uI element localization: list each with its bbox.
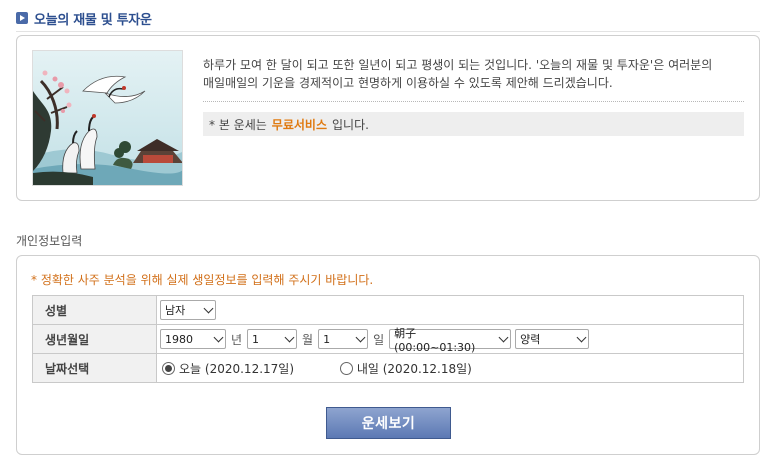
chevron-down-icon: [355, 332, 366, 342]
fortune-view-button[interactable]: 운세보기: [326, 407, 451, 439]
free-service-notice: * 본 운세는 무료서비스 입니다.: [203, 112, 744, 136]
birth-year-value: 1980: [165, 332, 193, 346]
birth-hour-select[interactable]: 朝子(00:00~01:30): [389, 327, 512, 354]
gender-select[interactable]: 남자: [160, 300, 216, 320]
intro-description: 하루가 모여 한 달이 되고 또한 일년이 되고 평생이 되는 것입니다. '오…: [203, 58, 713, 90]
birth-month-select[interactable]: 1: [247, 329, 298, 349]
free-service-label: 무료서비스: [271, 117, 327, 132]
calendar-type-value: 양력: [520, 333, 541, 346]
notice-prefix: * 본 운세는: [209, 117, 267, 132]
page-title: 오늘의 재물 및 투자운: [34, 12, 152, 28]
birth-cell: 1980 년 1 월 1 일 朝子(00:00~01:30) 양력: [156, 324, 744, 354]
birth-row: 생년월일 1980 년 1 월 1 일 朝子(00:00~01:30) 양력: [32, 324, 744, 354]
chevron-down-icon: [203, 303, 214, 313]
date-choice-row: 날짜선택 오늘 (2020.12.17일) 내일 (2020.12.18일): [32, 353, 744, 383]
gender-label: 성별: [32, 295, 157, 325]
day-unit: 일: [373, 332, 385, 347]
gender-row: 성별 남자: [32, 295, 744, 325]
radio-today-label: 오늘 (2020.12.17일): [179, 361, 295, 376]
notice-suffix: 입니다.: [332, 117, 369, 132]
calendar-type-select[interactable]: 양력: [515, 329, 590, 349]
radio-icon[interactable]: [162, 361, 175, 375]
chevron-down-icon: [284, 332, 295, 342]
radio-today[interactable]: 오늘 (2020.12.17일): [162, 360, 294, 377]
birth-month-value: 1: [252, 332, 260, 346]
year-unit: 년: [231, 332, 243, 347]
info-table: 성별 남자 생년월일 1980 년 1 월 1 일 朝子(00:00~01:30…: [32, 295, 744, 383]
birth-day-select[interactable]: 1: [318, 329, 369, 349]
radio-tomorrow[interactable]: 내일 (2020.12.18일): [339, 360, 472, 377]
title-divider: [16, 31, 760, 32]
gender-value: 남자: [165, 304, 186, 317]
birth-day-value: 1: [323, 332, 331, 346]
chevron-down-icon: [576, 332, 587, 342]
birth-year-select[interactable]: 1980: [160, 329, 226, 349]
date-choice-cell: 오늘 (2020.12.17일) 내일 (2020.12.18일): [156, 353, 744, 383]
radio-tomorrow-label: 내일 (2020.12.18일): [356, 361, 472, 376]
intro-panel: 하루가 모여 한 달이 되고 또한 일년이 되고 평생이 되는 것입니다. '오…: [16, 35, 760, 201]
title-bullet-icon: [16, 12, 28, 24]
chevron-down-icon: [498, 332, 509, 342]
birth-hour-value: 朝子(00:00~01:30): [394, 326, 476, 354]
birth-label: 생년월일: [32, 324, 157, 354]
section-label: 개인정보입력: [16, 234, 83, 248]
month-unit: 월: [302, 332, 314, 347]
intro-illustration: [32, 50, 183, 186]
page-header: 오늘의 재물 및 투자운: [16, 9, 152, 28]
radio-icon[interactable]: [339, 361, 353, 375]
personal-info-form: * 정확한 사주 분석을 위해 실제 생일정보를 입력해 주시기 바랍니다. 성…: [16, 255, 760, 455]
gender-cell: 남자: [156, 295, 744, 325]
dotted-divider: [203, 101, 744, 102]
chevron-down-icon: [213, 332, 224, 342]
form-hint: * 정확한 사주 분석을 위해 실제 생일정보를 입력해 주시기 바랍니다.: [31, 273, 374, 287]
date-choice-label: 날짜선택: [32, 353, 157, 383]
